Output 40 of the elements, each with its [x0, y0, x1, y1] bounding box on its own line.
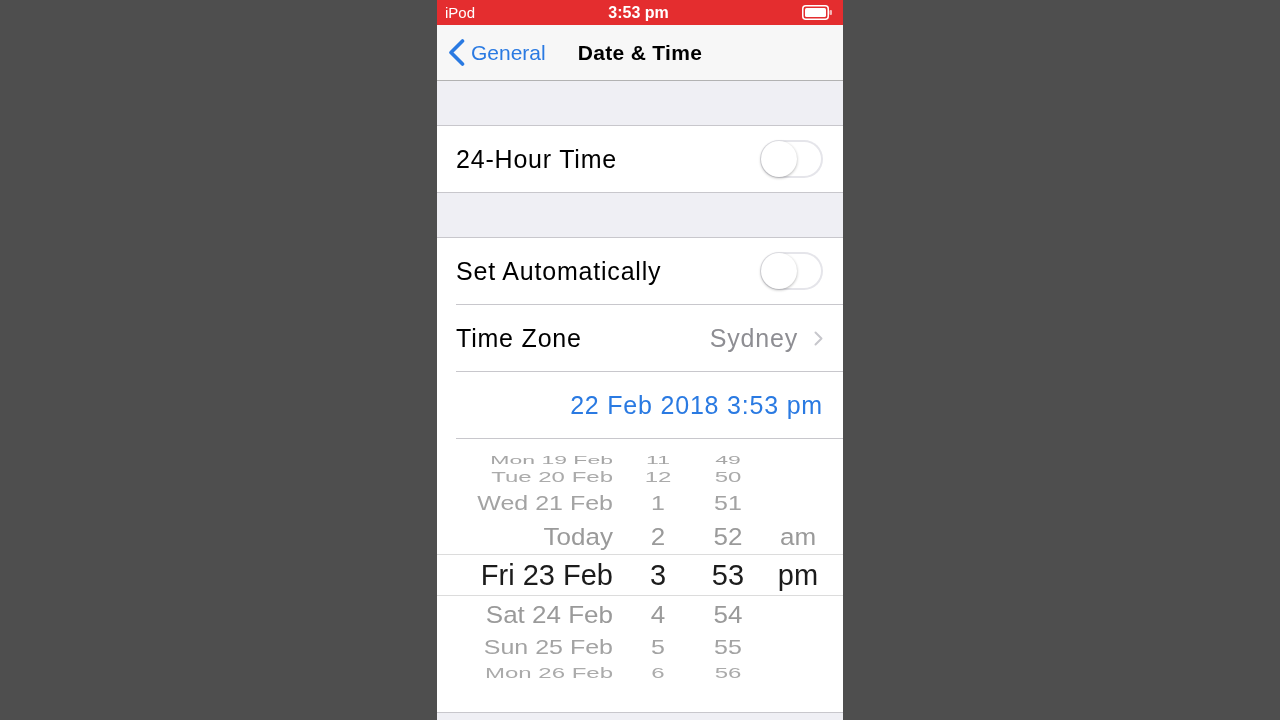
- picker-item[interactable]: 52: [713, 523, 743, 549]
- setting-label[interactable]: Time Zone: [456, 323, 582, 353]
- picker-item[interactable]: 53: [711, 560, 745, 590]
- picker-item[interactable]: 2: [650, 523, 666, 549]
- picker-item[interactable]: Wed 21 Feb: [477, 493, 613, 513]
- picker-item[interactable]: Sat 24 Feb: [485, 601, 613, 627]
- chevron-icon: [814, 330, 823, 346]
- picker-item[interactable]: Sun 25 Feb: [483, 637, 613, 657]
- page-title: Date & Time: [577, 40, 703, 65]
- picker-item[interactable]: 6: [651, 665, 665, 681]
- battery-icon: [802, 5, 832, 20]
- picker-item[interactable]: am: [779, 523, 817, 549]
- picker-item[interactable]: Fri 23 Feb: [480, 560, 613, 590]
- date-time-value[interactable]: 22 Feb 2018 3:53 pm: [570, 390, 823, 420]
- toggle-switch[interactable]: [760, 140, 823, 178]
- status-time: 3:53 pm: [608, 3, 669, 22]
- picker-item[interactable]: Mon 19 Feb: [490, 454, 613, 466]
- carrier-label: iPod: [445, 4, 476, 21]
- picker-item[interactable]: 4: [650, 601, 666, 627]
- picker-item[interactable]: 5: [651, 637, 665, 657]
- picker-item[interactable]: Tue 20 Feb: [491, 469, 613, 485]
- setting-label: Set Automatically: [456, 256, 662, 286]
- picker-item[interactable]: Today: [543, 523, 613, 549]
- picker-item[interactable]: Mon 26 Feb: [484, 665, 613, 681]
- back-button[interactable]: General: [448, 39, 546, 66]
- picker-item[interactable]: 50: [714, 469, 742, 485]
- setting-value: Sydney: [709, 323, 798, 353]
- picker-item[interactable]: 1: [651, 493, 665, 513]
- picker-item[interactable]: 3: [649, 560, 667, 590]
- picker-item[interactable]: 55: [714, 637, 742, 657]
- picker-item[interactable]: pm: [777, 560, 819, 590]
- picker-item[interactable]: 12: [644, 469, 672, 485]
- picker-item[interactable]: 49: [715, 454, 741, 466]
- back-chevron-icon: [448, 39, 465, 66]
- picker-item[interactable]: 51: [714, 493, 742, 513]
- picker-item[interactable]: 11: [646, 454, 670, 466]
- toggle-switch[interactable]: [760, 252, 823, 290]
- picker-item[interactable]: 56: [714, 665, 742, 681]
- setting-label: 24-Hour Time: [456, 144, 618, 174]
- picker-item[interactable]: 54: [713, 601, 743, 627]
